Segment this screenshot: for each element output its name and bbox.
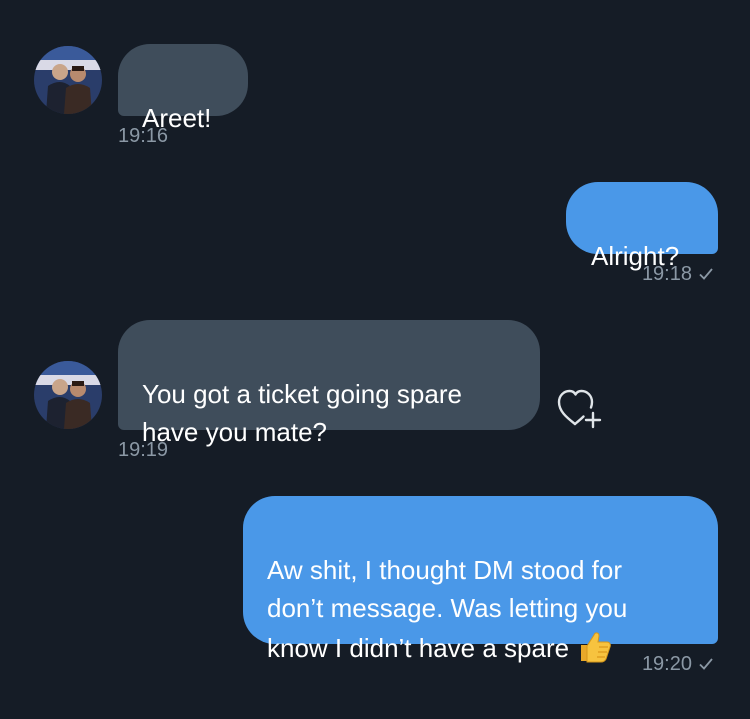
timestamp-text: 19:16	[118, 125, 169, 147]
timestamp-text: 19:20	[641, 653, 692, 675]
contact-avatar[interactable]	[34, 361, 102, 429]
message-timestamp: 19:18	[642, 262, 714, 288]
checkmark-icon	[698, 264, 714, 288]
message-timestamp: 19:16	[118, 124, 168, 148]
message-bubble-outgoing[interactable]: Alright?	[566, 182, 718, 271]
timestamp-text: 19:19	[118, 439, 169, 461]
message-timestamp: 19:19	[118, 438, 168, 462]
message-bubble-incoming[interactable]: Areet!	[118, 44, 248, 133]
message-text: You got a ticket going spare have you ma…	[142, 379, 462, 447]
message-bubble-outgoing[interactable]: Aw shit, I thought DM stood for don’t me…	[243, 496, 718, 663]
dm-conversation: Areet! 19:16 Alright? 19:18 You got a ti…	[0, 0, 750, 719]
heart-plus-icon[interactable]	[556, 386, 606, 430]
checkmark-icon	[698, 654, 714, 678]
message-text: Aw shit, I thought DM stood for don’t me…	[267, 555, 628, 663]
message-bubble-incoming[interactable]: You got a ticket going spare have you ma…	[118, 320, 540, 447]
thumbs-up-emoji	[575, 627, 613, 665]
contact-avatar[interactable]	[34, 46, 102, 114]
timestamp-text: 19:18	[641, 263, 692, 285]
message-timestamp: 19:20	[642, 652, 714, 678]
